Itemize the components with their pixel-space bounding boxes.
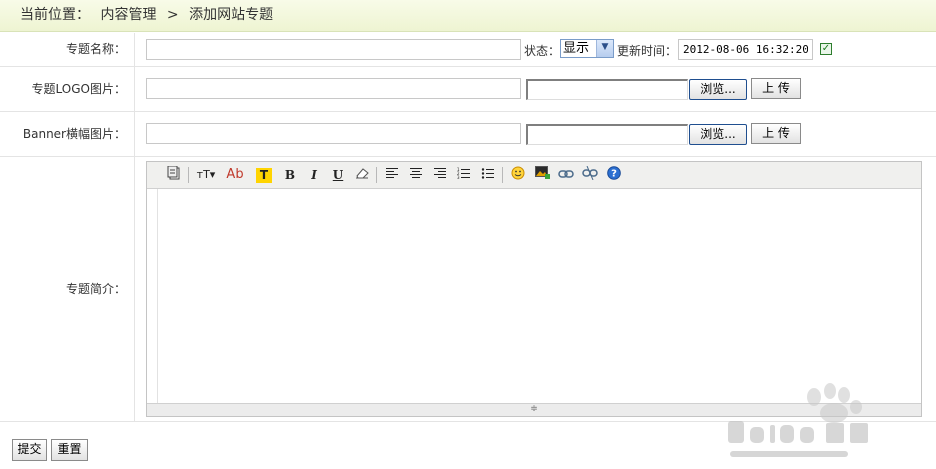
form-row-banner: Banner横幅图片： 浏览... 上 传 [0,112,936,157]
breadcrumb-item-content[interactable]: 内容管理 [100,7,156,23]
form-row-name: 专题名称： 状态： 显示 ▼ 更新时间： ✓ [0,33,936,67]
update-time-label: 更新时间： [617,44,678,58]
name-label: 专题名称： [0,33,135,66]
toolbar-separator [502,167,503,183]
status-select-value: 显示 [563,41,590,56]
editor-toolbar: тT▾ Ab T B I U 123 ? [147,162,921,189]
toolbar-separator [188,167,189,183]
font-size-icon[interactable]: тT▾ [194,166,218,184]
image-icon[interactable] [532,166,552,184]
rich-text-editor: тT▾ Ab T B I U 123 ? ≑ [146,161,922,417]
align-center-icon[interactable] [406,166,426,184]
update-time-checkbox[interactable]: ✓ [820,43,832,55]
font-color-icon[interactable]: Ab [225,166,245,184]
banner-upload-button[interactable]: 上 传 [751,123,801,144]
unlink-icon[interactable] [580,165,600,184]
bold-icon[interactable]: B [280,166,300,184]
breadcrumb: 当前位置： 内容管理 > 添加网站专题 [0,0,936,32]
unordered-list-icon[interactable] [478,166,498,184]
update-time-input[interactable] [678,39,813,60]
svg-text:?: ? [611,169,617,180]
align-right-icon[interactable] [430,166,450,184]
ordered-list-icon[interactable]: 123 [454,166,474,184]
breadcrumb-prefix: 当前位置： [20,7,90,23]
breadcrumb-item-current: 添加网站专题 [189,7,274,23]
name-input[interactable] [146,39,521,60]
baidu-jingyan-watermark [728,383,868,457]
emoticon-icon[interactable] [508,166,528,184]
form-row-logo: 专题LOGO图片： 浏览... 上 传 [0,67,936,112]
status-label: 状态： [524,44,561,58]
chevron-down-icon: ▼ [596,40,613,57]
banner-path-input[interactable] [146,123,521,144]
banner-file-input[interactable] [526,124,688,145]
intro-label: 专题简介： [0,157,135,421]
logo-path-input[interactable] [146,78,521,99]
submit-button[interactable]: 提交 [12,439,47,461]
link-icon[interactable] [556,166,576,184]
banner-browse-button[interactable]: 浏览... [689,124,747,145]
toolbar-separator [376,167,377,183]
reset-button[interactable]: 重置 [51,439,88,461]
status-select[interactable]: 显示 ▼ [560,39,614,58]
align-left-icon[interactable] [382,166,402,184]
svg-text:3: 3 [457,175,460,179]
banner-label: Banner横幅图片： [0,112,135,156]
logo-upload-button[interactable]: 上 传 [751,78,801,99]
editor-content-area[interactable] [157,189,921,404]
highlight-icon[interactable]: T [254,166,274,184]
underline-icon[interactable]: U [328,166,348,184]
help-icon[interactable]: ? [604,166,624,184]
logo-label: 专题LOGO图片： [0,67,135,111]
italic-icon[interactable]: I [304,166,324,184]
source-icon[interactable] [164,165,184,184]
breadcrumb-separator: > [166,7,179,23]
eraser-icon[interactable] [352,166,372,184]
logo-browse-button[interactable]: 浏览... [689,79,747,100]
logo-file-input[interactable] [526,79,688,100]
